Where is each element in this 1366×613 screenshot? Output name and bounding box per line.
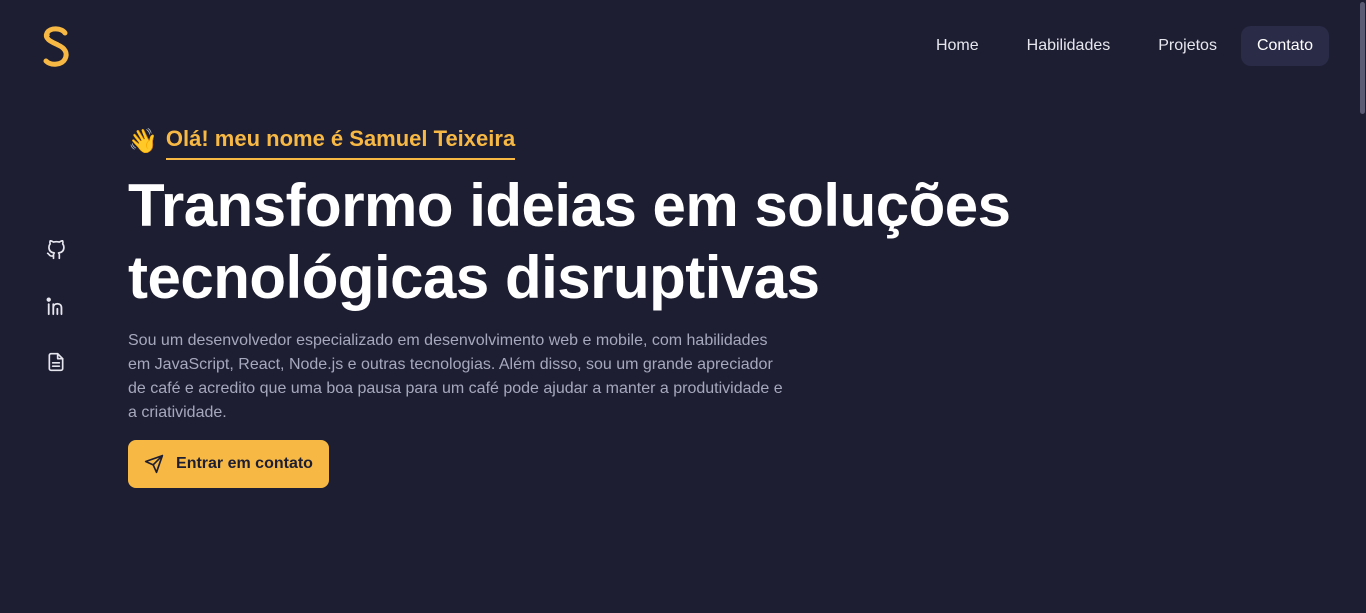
greeting: 👋 Olá! meu nome é Samuel Teixeira [128,124,516,160]
page: Home Habilidades Projetos Contato 👋 Olá!… [0,0,1366,613]
github-link[interactable] [44,238,68,262]
nav-item-projetos[interactable]: Projetos [1134,26,1241,66]
linkedin-icon [46,297,63,316]
hero-headline: Transformo ideias em soluções tecnológic… [128,172,1011,311]
greeting-text: Olá! meu nome é Samuel Teixeira [165,124,516,160]
send-icon [144,454,164,474]
hero-description: Sou um desenvolvedor especializado em de… [128,332,783,421]
contact-button-label: Entrar em contato [176,455,313,472]
logo[interactable] [38,24,74,68]
nav-item-contato[interactable]: Contato [1240,26,1329,66]
nav-item-home[interactable]: Home [912,26,1003,66]
scrollbar-thumb[interactable] [1360,2,1365,114]
main-nav: Home Habilidades Projetos Contato [912,26,1329,66]
github-icon [46,240,65,260]
contact-button[interactable]: Entrar em contato [128,440,329,488]
nav-item-habilidades[interactable]: Habilidades [1003,26,1135,66]
logo-icon [43,26,69,67]
scrollbar[interactable] [1360,0,1366,613]
resume-link[interactable] [44,350,68,374]
document-icon [48,352,64,372]
wave-emoji: 👋 [128,128,158,155]
linkedin-link[interactable] [44,294,68,318]
